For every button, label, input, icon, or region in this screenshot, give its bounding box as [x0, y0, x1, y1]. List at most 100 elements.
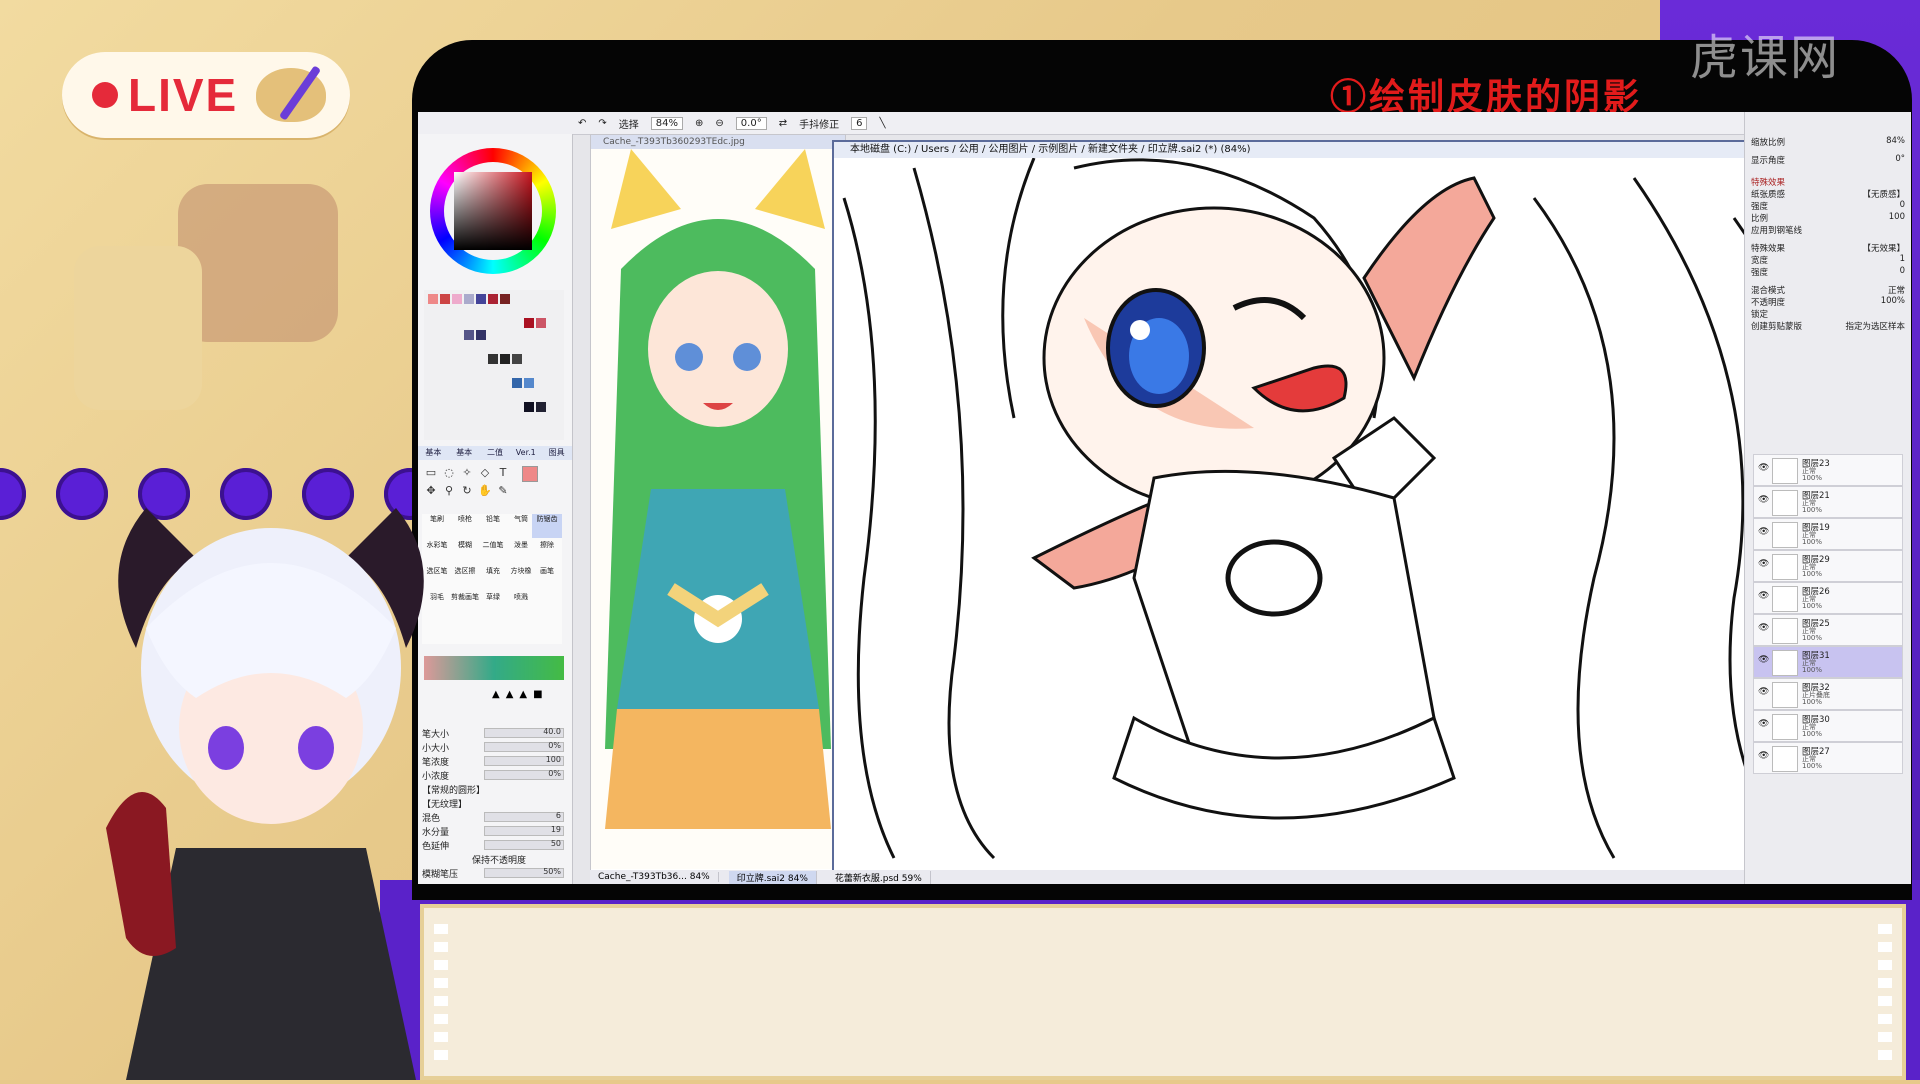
doc-tab[interactable]: Cache_-T393Tb36... 84% — [590, 872, 719, 882]
angle-label: 显示角度 — [1751, 156, 1786, 166]
eye-icon[interactable]: 👁 — [1758, 527, 1769, 537]
eye-icon[interactable]: 👁 — [1758, 687, 1769, 697]
layer-row[interactable]: 👁 图层23 正常 100% — [1753, 454, 1903, 486]
tab-tools[interactable]: 图具 — [541, 446, 572, 460]
eye-icon[interactable]: 👁 — [1758, 559, 1769, 569]
layer-row[interactable]: 👁 图层27 正常 100% — [1753, 742, 1903, 774]
color-square[interactable] — [454, 172, 532, 250]
tab-ver1[interactable]: Ver.1 — [510, 446, 541, 460]
prop-slider[interactable]: 40.0 — [484, 727, 564, 738]
clip-checkbox[interactable]: 创建剪贴蒙版 — [1751, 320, 1802, 332]
layer-row-selected[interactable]: 👁 图层31 正常 100% — [1753, 646, 1903, 678]
brush-cell-selected[interactable]: 防锯齿 — [532, 514, 562, 538]
prop-slider[interactable]: 50% — [484, 867, 564, 878]
swatch[interactable] — [536, 318, 546, 328]
triangle-icon[interactable]: ▲ — [492, 689, 500, 700]
zoom-input[interactable]: 84% — [650, 116, 684, 130]
prop-slider[interactable]: 0% — [484, 769, 564, 780]
brush-cell[interactable]: 画笔 — [532, 566, 562, 590]
layer-meta: 正常 100% — [1802, 596, 1822, 610]
swatch[interactable] — [500, 294, 510, 304]
layer-row[interactable]: 👁 图层32 正片叠底 100% — [1753, 678, 1903, 710]
swatch[interactable] — [476, 294, 486, 304]
layer-row[interactable]: 👁 图层30 正常 100% — [1753, 710, 1903, 742]
layer-row[interactable]: 👁 图层26 正常 100% — [1753, 582, 1903, 614]
zoom-out-icon[interactable]: ⊖ — [715, 118, 723, 129]
strength-value[interactable]: 0 — [1900, 200, 1905, 212]
zoom-value[interactable]: 84% — [1886, 136, 1905, 148]
swatch[interactable] — [524, 402, 534, 412]
redo-icon[interactable]: ↷ — [598, 118, 606, 129]
effects-header[interactable]: 特殊效果 — [1751, 176, 1905, 188]
canvas-artwork[interactable] — [834, 157, 1870, 868]
layer-row[interactable]: 👁 图层21 正常 100% — [1753, 486, 1903, 518]
prop-slider[interactable]: 6 — [484, 811, 564, 822]
brush-cell[interactable]: 喷溅 — [506, 592, 536, 616]
swatch[interactable] — [512, 378, 522, 388]
eye-icon[interactable]: 👁 — [1758, 655, 1769, 665]
keep-opacity-checkbox[interactable]: 保持不透明度 — [472, 853, 526, 866]
swatch[interactable] — [512, 354, 522, 364]
triangle-icon[interactable]: ▲ — [506, 689, 514, 700]
swatch[interactable] — [524, 378, 534, 388]
doc-tab[interactable]: 花蕾新衣服.psd 59% — [827, 870, 931, 884]
layer-row[interactable]: 👁 图层19 正常 100% — [1753, 518, 1903, 550]
eye-icon[interactable]: 👁 — [1758, 463, 1769, 473]
swatch[interactable] — [500, 354, 510, 364]
prop-slider[interactable]: 50 — [484, 839, 564, 850]
brush-cell[interactable]: 擦除 — [532, 540, 562, 564]
doc-tab-active[interactable]: 印立牌.sai2 84% — [728, 870, 817, 884]
swatch[interactable] — [476, 330, 486, 340]
square-icon[interactable]: ■ — [533, 689, 542, 700]
apply-pen-checkbox[interactable]: 应用到钢笔线 — [1751, 224, 1905, 236]
prop-slider[interactable]: 19 — [484, 825, 564, 836]
undo-icon[interactable]: ↶ — [578, 118, 586, 129]
eyedropper-icon[interactable]: ✎ — [496, 484, 510, 498]
swatch[interactable] — [536, 402, 546, 412]
swatch[interactable] — [524, 318, 534, 328]
swatch[interactable] — [488, 294, 498, 304]
stabilizer-input[interactable]: 6 — [851, 116, 868, 130]
layer-row[interactable]: 👁 图层25 正常 100% — [1753, 614, 1903, 646]
swatch[interactable] — [428, 294, 438, 304]
swatch[interactable] — [452, 294, 462, 304]
effect-select[interactable]: 【无效果】 — [1862, 242, 1905, 254]
selection-label[interactable]: 选择 — [619, 116, 639, 131]
swatch[interactable] — [464, 294, 474, 304]
eye-icon[interactable]: 👁 — [1758, 591, 1769, 601]
brush-cell[interactable]: 铅笔 — [478, 514, 508, 538]
swatch[interactable] — [440, 294, 450, 304]
text-tool-icon[interactable]: T — [496, 466, 510, 480]
width-value[interactable]: 1 — [1900, 254, 1905, 266]
texture-select[interactable]: 【无质感】 — [1862, 188, 1905, 200]
prop-slider[interactable]: 0% — [484, 741, 564, 752]
swatch[interactable] — [464, 330, 474, 340]
opacity-value[interactable]: 100% — [1881, 296, 1905, 308]
line-tool-icon[interactable]: ╲ — [879, 118, 885, 129]
select-source-checkbox[interactable]: 指定为选区样本 — [1845, 320, 1905, 332]
current-color-swatch[interactable] — [522, 466, 538, 482]
layer-row[interactable]: 👁 图层29 正常 100% — [1753, 550, 1903, 582]
eye-icon[interactable]: 👁 — [1758, 719, 1769, 729]
brush-cell[interactable]: 草绿 — [478, 592, 508, 616]
eye-icon[interactable]: 👁 — [1758, 623, 1769, 633]
intensity-value[interactable]: 0 — [1900, 266, 1905, 278]
ratio-value[interactable]: 100 — [1889, 212, 1905, 224]
eye-icon[interactable]: 👁 — [1758, 495, 1769, 505]
brush-cell[interactable]: 二值笔 — [478, 540, 508, 564]
rotation-input[interactable]: 0.0° — [735, 116, 767, 130]
zoom-in-icon[interactable]: ⊕ — [695, 118, 703, 129]
eye-icon[interactable]: 👁 — [1758, 751, 1769, 761]
blend-select[interactable]: 正常 — [1888, 284, 1905, 296]
hand-icon[interactable]: ✋ — [478, 484, 492, 498]
tab-basic-2[interactable]: 基本 — [449, 446, 480, 460]
flip-icon[interactable]: ⇄ — [779, 118, 787, 129]
triangle-icon[interactable]: ▲ — [519, 689, 527, 700]
prop-slider[interactable]: 100 — [484, 755, 564, 766]
angle-value[interactable]: 0° — [1895, 154, 1905, 166]
tab-binary[interactable]: 二值 — [480, 446, 511, 460]
brush-cell[interactable]: 填充 — [478, 566, 508, 590]
swatch[interactable] — [488, 354, 498, 364]
tab-basic[interactable]: 基本 — [418, 446, 449, 460]
shape-icon[interactable]: ◇ — [478, 466, 492, 480]
